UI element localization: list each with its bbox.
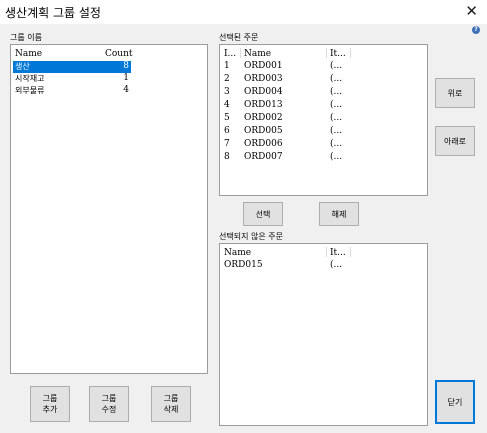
group-col-name[interactable]: Name: [15, 49, 42, 59]
window-title: 생산계획 그룹 설정: [5, 6, 101, 20]
select-button[interactable]: 선택: [243, 202, 283, 226]
edit-group-button[interactable]: 그룹 수정: [89, 386, 129, 422]
order-row[interactable]: 8 ORD007 (...: [220, 152, 427, 164]
order-index: 3: [224, 87, 230, 97]
order-item: (...: [330, 152, 343, 162]
column-separator: [350, 48, 351, 58]
delete-group-button[interactable]: 그룹 삭제: [151, 386, 191, 422]
add-group-label-line2: 추가: [42, 405, 58, 414]
unselected-col-name[interactable]: Name: [224, 248, 251, 258]
order-name: ORD013: [244, 100, 283, 110]
order-row[interactable]: ORD015 (...: [220, 260, 427, 272]
order-item: (...: [330, 113, 343, 123]
order-item: (...: [330, 74, 343, 84]
title-bar: 생산계획 그룹 설정 ✕: [0, 0, 487, 24]
order-row[interactable]: 1 ORD001 (...: [220, 61, 427, 73]
group-list-label: 그룹 이름: [10, 33, 42, 42]
order-index: 6: [224, 126, 230, 136]
order-name: ORD003: [244, 74, 283, 84]
move-up-button[interactable]: 위로: [435, 78, 475, 108]
delete-group-label-line2: 삭제: [163, 405, 179, 414]
move-down-button[interactable]: 아래로: [435, 126, 475, 156]
group-row-name: 생산: [15, 62, 30, 71]
order-name: ORD001: [244, 61, 283, 71]
order-index: 8: [224, 152, 230, 162]
order-name: ORD007: [244, 152, 283, 162]
order-item: (...: [330, 87, 343, 97]
order-index: 4: [224, 100, 230, 110]
order-name: ORD015: [224, 260, 263, 270]
group-list[interactable]: Name Count 생산 8 시작재고 1 외부물류 4: [10, 44, 208, 374]
column-separator: [326, 247, 327, 257]
group-row-count: 8: [123, 61, 129, 71]
unselected-orders-list[interactable]: Name It... ORD015 (...: [219, 243, 428, 426]
order-name: ORD005: [244, 126, 283, 136]
group-row[interactable]: 시작재고 1: [13, 73, 131, 85]
selected-col-item[interactable]: It...: [330, 49, 346, 59]
edit-group-label-line2: 수정: [101, 405, 117, 414]
add-group-button[interactable]: 그룹 추가: [30, 386, 70, 422]
order-index: 1: [224, 61, 230, 71]
group-col-count[interactable]: Count: [105, 49, 133, 59]
order-index: 5: [224, 113, 230, 123]
add-group-label-line1: 그룹: [42, 394, 58, 403]
selected-col-name[interactable]: Name: [244, 49, 271, 59]
group-row[interactable]: 생산 8: [13, 61, 131, 73]
group-row-name: 외부물류: [15, 86, 45, 95]
order-name: ORD006: [244, 139, 283, 149]
group-row-name: 시작재고: [15, 74, 45, 83]
order-item: (...: [330, 61, 343, 71]
close-icon[interactable]: ✕: [465, 2, 478, 20]
column-separator: [240, 48, 241, 58]
order-row[interactable]: 2 ORD003 (...: [220, 74, 427, 86]
release-button[interactable]: 해제: [319, 202, 359, 226]
column-separator: [350, 247, 351, 257]
order-row[interactable]: 5 ORD002 (...: [220, 113, 427, 125]
order-item: (...: [330, 139, 343, 149]
order-index: 7: [224, 139, 230, 149]
group-row-count: 4: [123, 85, 129, 95]
order-row[interactable]: 3 ORD004 (...: [220, 87, 427, 99]
delete-group-label-line1: 그룹: [163, 394, 179, 403]
edit-group-label-line1: 그룹: [101, 394, 117, 403]
close-button[interactable]: 닫기: [435, 380, 475, 424]
order-item: (...: [330, 100, 343, 110]
order-row[interactable]: 7 ORD006 (...: [220, 139, 427, 151]
order-name: ORD002: [244, 113, 283, 123]
selected-orders-label: 선택된 주문: [219, 33, 259, 42]
order-index: 2: [224, 74, 230, 84]
order-item: (...: [330, 126, 343, 136]
help-icon[interactable]: ?: [472, 26, 480, 34]
unselected-orders-label: 선택되지 않은 주문: [219, 232, 283, 241]
selected-col-index[interactable]: I...: [224, 49, 236, 59]
group-row[interactable]: 외부물류 4: [13, 85, 131, 97]
order-row[interactable]: 6 ORD005 (...: [220, 126, 427, 138]
unselected-col-item[interactable]: It...: [330, 248, 346, 258]
group-row-count: 1: [123, 73, 129, 83]
order-name: ORD004: [244, 87, 283, 97]
order-row[interactable]: 4 ORD013 (...: [220, 100, 427, 112]
selected-orders-list[interactable]: I... Name It... 1 ORD001 (... 2 ORD003 (…: [219, 44, 428, 196]
column-separator: [326, 48, 327, 58]
order-item: (...: [330, 260, 343, 270]
